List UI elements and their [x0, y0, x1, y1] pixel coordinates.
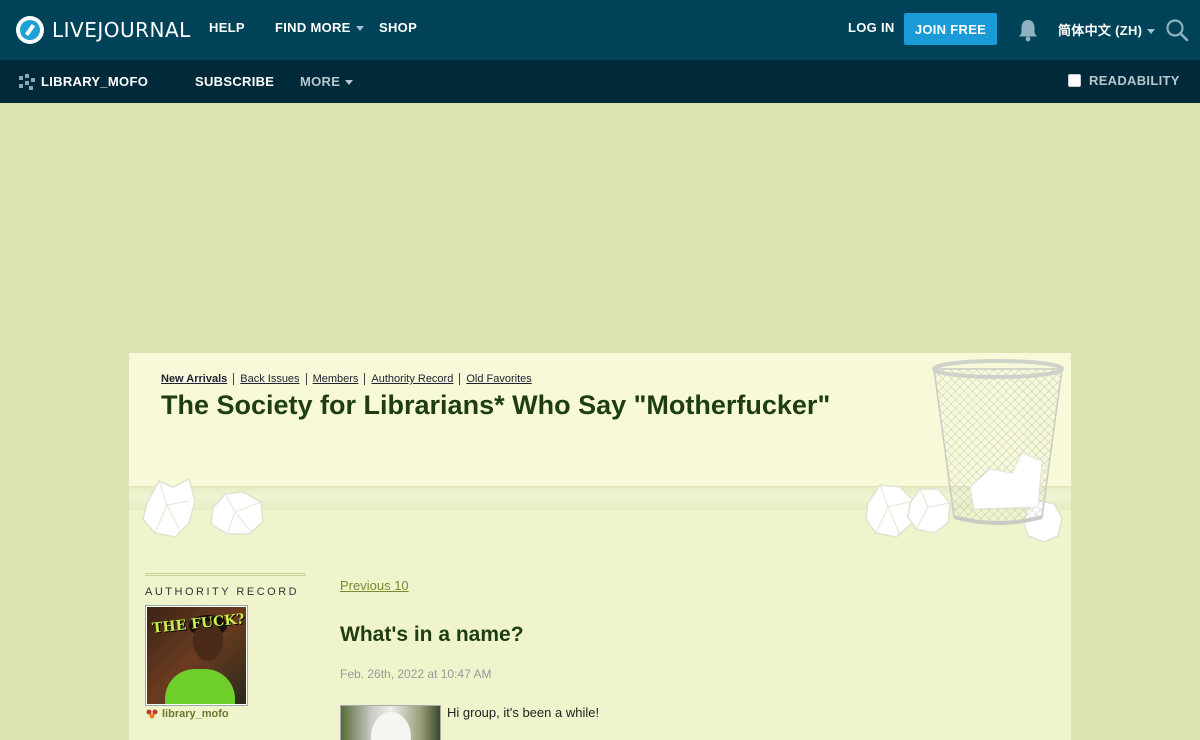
readability-label: READABILITY: [1089, 73, 1180, 88]
nav-separator: [233, 373, 235, 385]
chevron-down-icon: [1147, 29, 1156, 35]
search-icon[interactable]: [1165, 18, 1189, 42]
crumpled-paper-icon: [142, 477, 196, 538]
chevron-down-icon: [355, 26, 364, 32]
nav-separator: [459, 373, 461, 385]
nav-find-more[interactable]: FIND MORE: [275, 20, 364, 35]
language-label: 简体中文 (ZH): [1058, 23, 1143, 38]
nav-back-issues[interactable]: Back Issues: [240, 373, 299, 385]
more-label: MORE: [300, 74, 341, 89]
bell-icon[interactable]: [1017, 18, 1039, 42]
sidebar-heading: AUTHORITY RECORD: [145, 586, 300, 598]
nav-help[interactable]: HELP: [209, 20, 245, 35]
entry-date: Feb. 26th, 2022 at 10:47 AM: [340, 667, 492, 681]
userpic-image: THE FUCK?: [147, 607, 246, 704]
nav-members[interactable]: Members: [313, 373, 359, 385]
livejournal-logo[interactable]: LIVEJOURNAL: [16, 14, 191, 46]
entry-body: Hi group, it's been a while!: [340, 705, 1040, 740]
livejournal-logo-icon: [16, 16, 44, 44]
entry-title[interactable]: What's in a name?: [340, 623, 1040, 647]
journal-nav: New Arrivals Back Issues Members Authori…: [161, 373, 532, 385]
journal-page: New Arrivals Back Issues Members Authori…: [129, 353, 1071, 740]
nav-authority-record[interactable]: Authority Record: [371, 373, 453, 385]
crumpled-paper-icon: [210, 491, 264, 535]
community-username[interactable]: library_mofo: [145, 708, 306, 720]
sidebar: AUTHORITY RECORD THE FUCK? library_mofo: [145, 573, 306, 720]
chevron-down-icon: [345, 80, 354, 86]
nav-old-favorites[interactable]: Old Favorites: [466, 373, 531, 385]
community-icon: [146, 709, 158, 719]
join-free-button[interactable]: JOIN FREE: [904, 13, 997, 45]
entry-image-bird: [371, 712, 411, 740]
nav-shop[interactable]: SHOP: [379, 20, 417, 35]
logo-text: LIVEJOURNAL: [52, 18, 191, 42]
nav-separator: [305, 373, 307, 385]
language-selector[interactable]: 简体中文 (ZH): [1058, 20, 1156, 39]
subscribe-button[interactable]: SUBSCRIBE: [195, 74, 274, 89]
journal-toolbar: LIBRARY_MOFO SUBSCRIBE MORE READABILITY: [0, 60, 1200, 103]
entry-image: [340, 705, 441, 740]
login-link[interactable]: LOG IN: [848, 20, 895, 35]
userpic-shirt: [165, 669, 235, 704]
readability-checkbox[interactable]: [1068, 74, 1081, 87]
readability-toggle[interactable]: READABILITY: [1068, 73, 1180, 88]
previous-10-link[interactable]: Previous 10: [340, 578, 409, 593]
nav-find-more-label: FIND MORE: [275, 20, 351, 35]
nav-separator: [364, 373, 366, 385]
more-menu[interactable]: MORE: [300, 74, 354, 89]
journal-username[interactable]: LIBRARY_MOFO: [41, 74, 148, 89]
user-journal-icon: [19, 74, 35, 90]
nav-new-arrivals[interactable]: New Arrivals: [161, 373, 227, 385]
wastebasket-icon: [932, 359, 1064, 525]
top-navigation-bar: LIVEJOURNAL HELP FIND MORE SHOP LOG IN J…: [0, 0, 1200, 60]
community-username-label: library_mofo: [162, 708, 229, 720]
journal-title: The Society for Librarians* Who Say "Mot…: [161, 390, 831, 420]
entry-text: Hi group, it's been a while!: [447, 705, 600, 720]
sidebar-divider: [145, 573, 306, 576]
entries-column: Previous 10 What's in a name? Feb. 26th,…: [340, 577, 1040, 740]
userpic[interactable]: THE FUCK?: [145, 605, 248, 706]
